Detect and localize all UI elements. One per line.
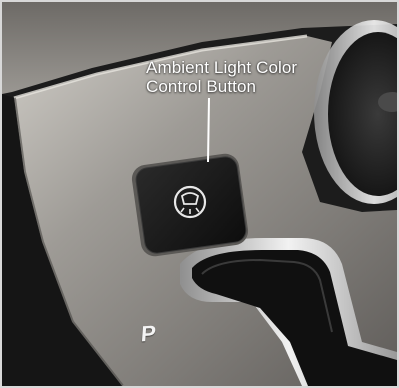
photo-frame: Ambient Light Color Control Button P	[0, 0, 399, 388]
park-indicator: P	[140, 320, 157, 347]
callout-label-line2: Control Button	[146, 77, 257, 96]
callout-line	[207, 97, 210, 163]
ambient-light-color-control-button[interactable]	[135, 155, 248, 254]
callout-label: Ambient Light Color Control Button	[146, 58, 346, 96]
callout-label-line1: Ambient Light Color	[146, 58, 298, 77]
